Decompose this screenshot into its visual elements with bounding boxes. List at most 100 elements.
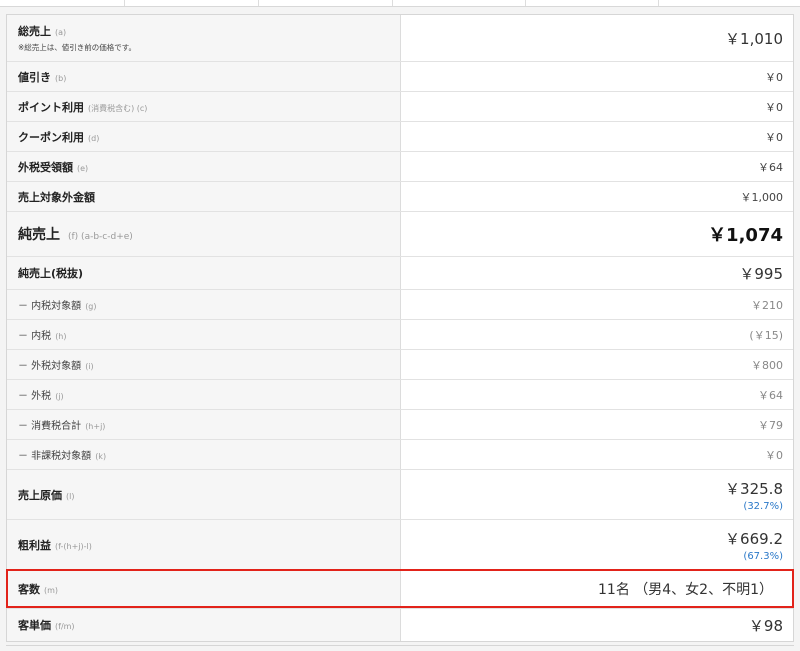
row-label-formula: (g): [85, 302, 97, 311]
row-label: 粗利益 (f-(h+j)-l): [7, 520, 401, 569]
row-cost-of-sales: 売上原価 (l) ￥325.8 (32.7%): [7, 470, 793, 520]
row-label: 客単価 (f/m): [7, 609, 401, 641]
row-value: ￥669.2 (67.3%): [401, 520, 793, 569]
row-label-formula: (j): [55, 392, 64, 401]
row-label-formula: (h+j): [85, 422, 106, 431]
row-customer-count: 客数 (m) 11名 （男4、女2、不明1）: [7, 570, 793, 609]
row-value: ￥98: [401, 609, 793, 641]
row-label-text: 売上対象外金額: [18, 190, 95, 204]
row-gross-profit: 粗利益 (f-(h+j)-l) ￥669.2 (67.3%): [7, 520, 793, 570]
row-label-formula: (l): [66, 491, 75, 501]
row-label-formula: (i): [85, 362, 94, 371]
top-strip-cell: [0, 0, 126, 6]
row-value: ￥64: [401, 152, 793, 181]
row-label-formula: (f-(h+j)-l): [55, 541, 92, 551]
top-strip-cell: [393, 0, 526, 6]
row-label-text: 値引き: [18, 70, 51, 84]
row-label-text: クーポン利用: [18, 130, 84, 144]
row-label-text: 総売上: [18, 25, 51, 38]
value-text: ￥64: [758, 160, 783, 174]
row-label-formula: (f/m): [55, 622, 75, 631]
row-external-tax-received: 外税受領額 (e) ￥64: [7, 152, 793, 182]
value-text: ￥1,000: [740, 190, 784, 204]
row-label: 売上対象外金額: [7, 182, 401, 211]
row-tax-exempt-base: － 非課税対象額 (k) ￥0: [7, 440, 793, 470]
row-label-formula: (消費税含む) (c): [88, 103, 148, 113]
row-gross-sales: 総売上 (a) ※総売上は、値引き前の価格です。 ￥1,010: [7, 15, 793, 62]
row-value: ￥1,000: [401, 182, 793, 211]
row-value: ￥79: [401, 410, 793, 439]
row-average-spend: 客単価 (f/m) ￥98: [7, 609, 793, 641]
row-label: － 外税 (j): [7, 380, 401, 409]
row-net-sales: 純売上 (f) (a-b-c-d+e) ￥1,074: [7, 212, 793, 257]
row-label: ポイント利用 (消費税含む) (c): [7, 92, 401, 121]
value-text: ￥98: [748, 616, 783, 635]
value-text: ￥669.2: [725, 529, 783, 548]
row-label: 純売上(税抜): [7, 257, 401, 289]
row-value: ￥0: [401, 62, 793, 91]
row-label-text: 売上原価: [18, 488, 62, 502]
percentage-text: (32.7%): [743, 500, 783, 512]
row-label-text: 客数: [18, 583, 40, 596]
row-label-note: ※総売上は、値引き前の価格です。: [18, 43, 137, 52]
percentage-text: (67.3%): [743, 550, 783, 562]
row-label-text: 純売上: [18, 227, 60, 243]
value-text: ￥0: [765, 448, 783, 462]
row-value: ￥1,010: [401, 15, 793, 61]
row-net-sales-excl-tax: 純売上(税抜) ￥995: [7, 257, 793, 290]
row-label-formula: (e): [77, 163, 89, 173]
row-label-text: － 非課税対象額: [18, 451, 92, 462]
row-exclusive-tax: － 外税 (j) ￥64: [7, 380, 793, 410]
top-tab-strip: [0, 0, 800, 7]
row-value: ￥325.8 (32.7%): [401, 470, 793, 519]
row-non-sales-amount: 売上対象外金額 ￥1,000: [7, 182, 793, 212]
row-inclusive-tax-base: － 内税対象額 (g) ￥210: [7, 290, 793, 320]
sales-summary-table: 総売上 (a) ※総売上は、値引き前の価格です。 ￥1,010 値引き (b) …: [6, 14, 794, 642]
row-label-text: － 消費税合計: [18, 421, 82, 432]
row-label-text: － 外税対象額: [18, 361, 82, 372]
row-points-used: ポイント利用 (消費税含む) (c) ￥0: [7, 92, 793, 122]
top-strip-cell: [659, 0, 800, 6]
row-label: 値引き (b): [7, 62, 401, 91]
row-label: － 非課税対象額 (k): [7, 440, 401, 469]
row-label-text: － 外税: [18, 391, 52, 402]
row-label-text: 客単価: [18, 619, 51, 632]
value-text: ￥0: [765, 130, 783, 144]
row-label-formula: (m): [44, 586, 59, 595]
row-value: ￥0: [401, 440, 793, 469]
row-label-text: ポイント利用: [18, 100, 84, 114]
row-value: ￥0: [401, 122, 793, 151]
row-value: ￥64: [401, 380, 793, 409]
row-label-formula: (h): [55, 332, 67, 341]
row-label-text: － 内税: [18, 331, 52, 342]
top-strip-cell: [526, 0, 659, 6]
value-text: ￥64: [758, 388, 783, 402]
value-text: ￥1,010: [725, 29, 783, 48]
row-label-text: 粗利益: [18, 538, 51, 552]
row-label: 売上原価 (l): [7, 470, 401, 519]
row-consumption-tax-total: － 消費税合計 (h+j) ￥79: [7, 410, 793, 440]
value-text: ￥325.8: [725, 479, 783, 498]
row-label-formula: (k): [95, 452, 107, 461]
row-label-formula: (a): [55, 28, 67, 37]
value-text: ￥1,074: [708, 225, 783, 246]
row-value: ￥1,074: [401, 212, 793, 256]
top-strip-cell: [259, 0, 393, 6]
row-discount: 値引き (b) ￥0: [7, 62, 793, 92]
row-inclusive-tax: － 内税 (h) (￥15): [7, 320, 793, 350]
value-text: 11名 （男4、女2、不明1）: [598, 582, 773, 598]
row-label: 外税受領額 (e): [7, 152, 401, 181]
row-label-formula: (d): [88, 133, 100, 143]
value-text: ￥800: [751, 358, 783, 372]
row-label: － 消費税合計 (h+j): [7, 410, 401, 439]
row-value: ￥995: [401, 257, 793, 289]
value-text: ￥210: [751, 298, 783, 312]
row-value: 11名 （男4、女2、不明1）: [401, 570, 793, 608]
row-value: (￥15): [401, 320, 793, 349]
row-value: ￥210: [401, 290, 793, 319]
value-text: ￥0: [765, 70, 783, 84]
row-coupon-used: クーポン利用 (d) ￥0: [7, 122, 793, 152]
row-label: － 内税対象額 (g): [7, 290, 401, 319]
row-label-formula: (b): [55, 73, 67, 83]
value-text: ￥995: [739, 264, 783, 283]
